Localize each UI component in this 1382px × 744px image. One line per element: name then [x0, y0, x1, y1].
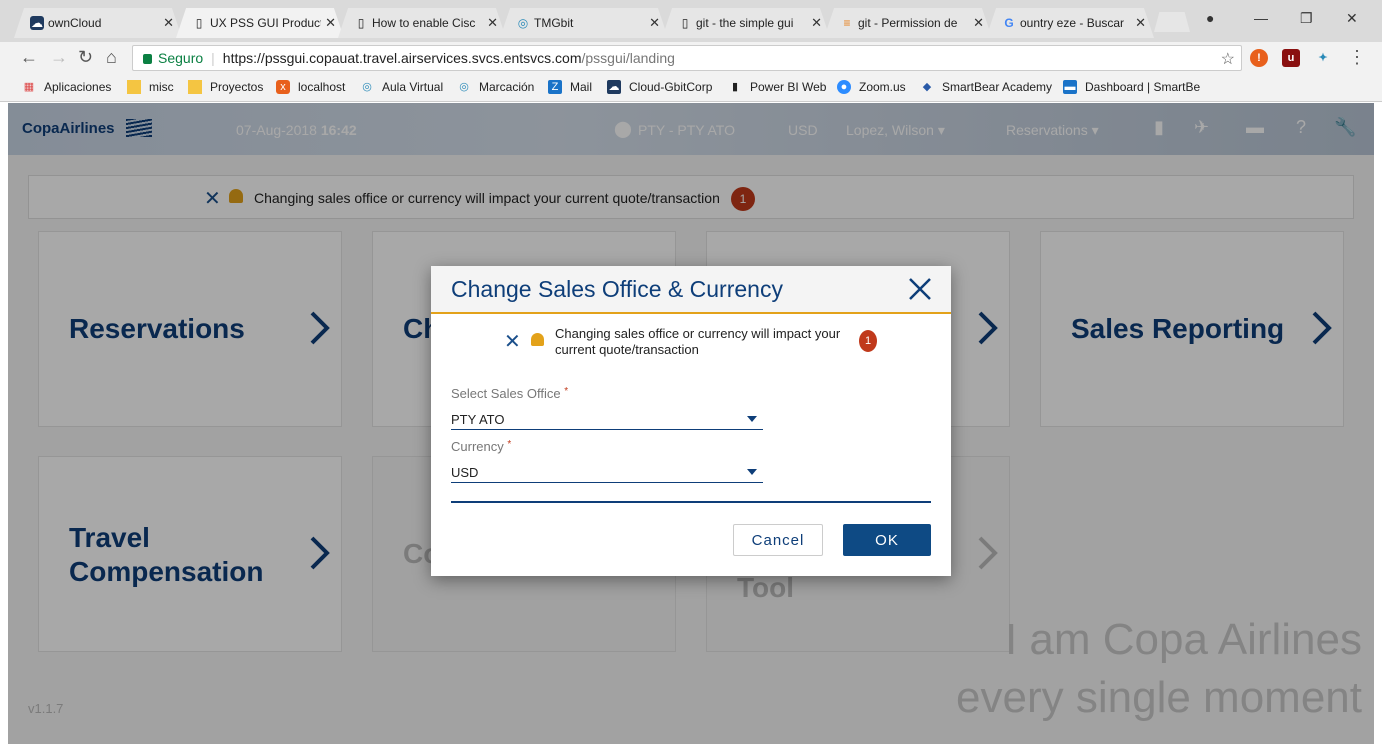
extension-icon[interactable]: ✦	[1314, 49, 1332, 67]
url-host: https://pssgui.copauat.travel.airservice…	[222, 50, 582, 66]
bookmark-aplicaciones[interactable]: ▦ Aplicaciones	[22, 80, 112, 94]
close-icon[interactable]: ✕	[1135, 15, 1146, 31]
caret-down-icon	[747, 416, 757, 422]
folder-icon	[188, 80, 202, 94]
profile-icon[interactable]: ●	[1206, 10, 1214, 26]
browser-tab-bar: ☁ ownCloud ✕ ▯ UX PSS GUI Product ✕ ▯ Ho…	[0, 0, 1382, 42]
tab-cisco[interactable]: ▯ How to enable Cisc ✕	[338, 8, 506, 38]
modal-divider	[451, 501, 931, 503]
xampp-icon: x	[276, 80, 290, 94]
alert-extension-icon[interactable]: !	[1250, 49, 1268, 67]
ublock-extension-icon[interactable]: u	[1282, 49, 1300, 67]
close-icon[interactable]: ✕	[325, 15, 336, 31]
close-icon[interactable]: ✕	[811, 15, 822, 31]
close-icon[interactable]: ✕	[504, 329, 521, 354]
home-icon[interactable]: ⌂	[106, 47, 117, 68]
change-sales-office-modal: Change Sales Office & Currency ✕ Changin…	[431, 266, 951, 576]
bell-icon	[531, 333, 544, 346]
close-icon[interactable]: ✕	[487, 15, 498, 31]
apps-grid-icon: ▦	[23, 81, 35, 93]
menu-dots-icon[interactable]: ⋮	[1348, 47, 1366, 68]
zimbra-icon: Z	[548, 80, 562, 94]
bookmark-zoom[interactable]: ● Zoom.us	[837, 80, 906, 94]
modal-title: Change Sales Office & Currency	[451, 276, 783, 302]
bookmark-aula-virtual[interactable]: ◎ Aula Virtual	[360, 80, 443, 94]
cancel-button[interactable]: Cancel	[733, 524, 823, 556]
tab-tmgbit[interactable]: ◎ TMGbit ✕	[500, 8, 668, 38]
bar-chart-icon: ▮	[731, 81, 739, 93]
bookmark-marcacion[interactable]: ◎ Marcación	[457, 80, 534, 94]
currency-label: Currency *	[451, 439, 512, 454]
close-icon[interactable]: ✕	[163, 15, 174, 31]
modal-header: Change Sales Office & Currency	[431, 266, 951, 314]
notification-badge: 1	[859, 330, 877, 352]
bookmark-star-icon[interactable]: ☆	[1221, 49, 1235, 69]
tab-google-search[interactable]: G ountry eze - Buscar ✕	[986, 8, 1154, 38]
cloud-icon: ☁	[607, 80, 621, 94]
currency-select[interactable]: USD	[451, 461, 763, 483]
diamond-icon: ◆	[922, 81, 932, 93]
back-icon[interactable]: ←	[20, 47, 38, 68]
circle-icon: ◎	[362, 81, 372, 93]
dashboard-icon: ▬	[1063, 80, 1077, 94]
bookmark-cloud-gbitcorp[interactable]: ☁ Cloud-GbitCorp	[607, 80, 712, 94]
tab-git-simple-gui[interactable]: ▯ git - the simple gui ✕	[662, 8, 830, 38]
address-bar[interactable]: Seguro | https://pssgui.copauat.travel.a…	[132, 45, 1242, 71]
tab-ux-pss-gui[interactable]: ▯ UX PSS GUI Product ✕	[176, 8, 344, 38]
reload-icon[interactable]: ↻	[78, 47, 93, 68]
bookmark-mail[interactable]: Z Mail	[548, 80, 592, 94]
page-icon: ▯	[357, 16, 365, 30]
new-tab-button[interactable]	[1154, 12, 1190, 32]
bookmark-misc[interactable]: misc	[127, 80, 174, 94]
stackoverflow-icon: ≡	[843, 16, 851, 30]
sales-office-label: Select Sales Office *	[451, 386, 569, 401]
zoom-icon: ●	[837, 80, 851, 94]
circle-icon: ◎	[459, 81, 469, 93]
bookmark-proyectos[interactable]: Proyectos	[188, 80, 263, 94]
close-window-icon[interactable]: ✕	[1346, 10, 1358, 27]
modal-warning-text: Changing sales office or currency will i…	[555, 326, 841, 357]
close-icon[interactable]: ✕	[973, 15, 984, 31]
circle-icon: ◎	[517, 16, 529, 30]
bookmark-dashboard[interactable]: ▬ Dashboard | SmartBe	[1063, 80, 1200, 94]
bookmark-smartbear[interactable]: ◆ SmartBear Academy	[920, 80, 1052, 94]
browser-toolbar: ← → ↻ ⌂ Seguro | https://pssgui.copauat.…	[0, 42, 1382, 74]
tab-git-permission[interactable]: ≡ git - Permission de ✕	[824, 8, 992, 38]
tab-owncloud[interactable]: ☁ ownCloud ✕	[14, 8, 182, 38]
page-icon: ▯	[681, 16, 689, 30]
lock-icon	[143, 54, 152, 64]
restore-icon[interactable]: ❐	[1300, 10, 1313, 27]
bookmark-power-bi[interactable]: ▮ Power BI Web	[728, 80, 827, 94]
forward-icon[interactable]: →	[50, 47, 68, 68]
sales-office-select[interactable]: PTY ATO	[451, 408, 763, 430]
ok-button[interactable]: OK	[843, 524, 931, 556]
modal-backdrop-header	[8, 103, 1374, 155]
caret-down-icon	[747, 469, 757, 475]
close-icon[interactable]: ✕	[649, 15, 660, 31]
bookmarks-bar: ▦ Aplicaciones misc Proyectos x localhost …	[0, 74, 1382, 102]
cloud-icon: ☁	[30, 16, 44, 30]
page-icon: ▯	[195, 16, 203, 30]
url-path: /pssgui/landing	[581, 50, 675, 66]
google-icon: G	[1004, 16, 1014, 30]
close-icon[interactable]	[905, 274, 935, 304]
minimize-icon[interactable]: —	[1254, 10, 1268, 26]
bookmark-localhost[interactable]: x localhost	[276, 80, 345, 94]
secure-label: Seguro	[158, 50, 204, 66]
folder-icon	[127, 80, 141, 94]
